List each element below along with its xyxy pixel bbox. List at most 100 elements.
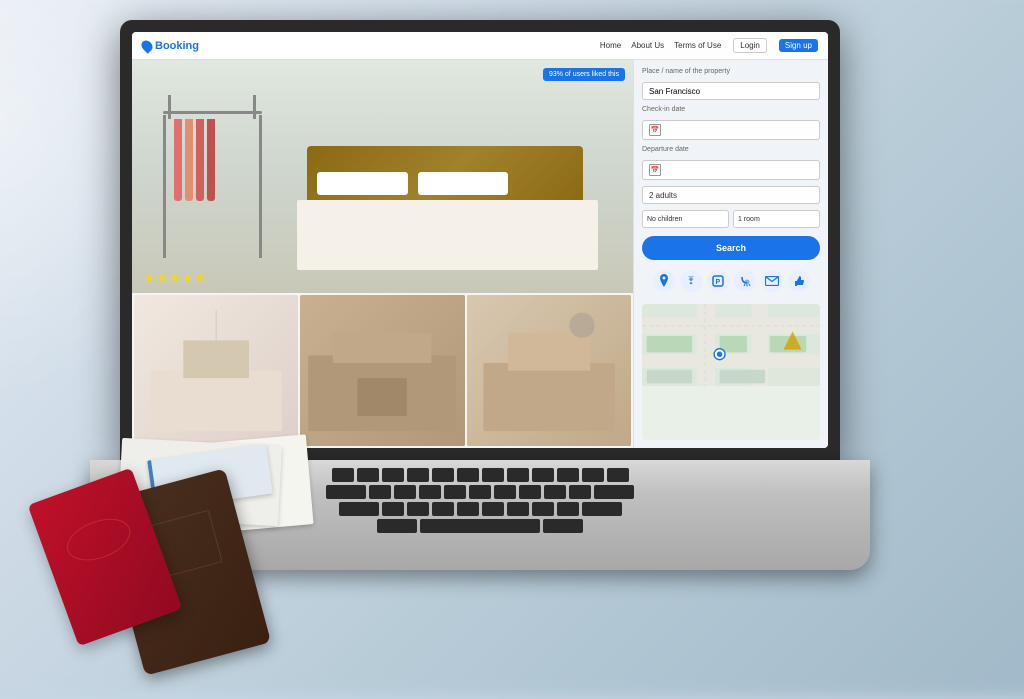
nav-terms[interactable]: Terms of Use [674, 41, 721, 50]
key [339, 502, 379, 516]
room-svg-3 [467, 295, 631, 446]
main-hotel-image: 93% of users liked this ★★★★★ [132, 60, 633, 293]
key [432, 468, 454, 482]
children-input[interactable]: No children [642, 210, 729, 228]
nav-links: Home About Us Terms of Use [600, 41, 721, 50]
star-rating: ★★★★★ [144, 271, 208, 285]
key [432, 502, 454, 516]
wifi-icon[interactable] [680, 270, 702, 292]
thumbnail-2[interactable] [300, 295, 464, 446]
key [407, 502, 429, 516]
key [482, 468, 504, 482]
key [357, 468, 379, 482]
cloth-4 [207, 119, 215, 200]
thumbnail-3[interactable] [467, 295, 631, 446]
pillow-left [317, 172, 407, 195]
map-svg [642, 304, 820, 386]
key [557, 468, 579, 482]
search-panel: Place / name of the property Check-in da… [633, 60, 828, 448]
shower-icon[interactable] [734, 270, 756, 292]
search-button[interactable]: Search [642, 236, 820, 260]
key [394, 485, 416, 499]
key [507, 468, 529, 482]
email-icon[interactable] [761, 270, 783, 292]
rack-horizontal [163, 111, 262, 114]
checkin-input[interactable]: 📅 [642, 120, 820, 140]
rack-support-left [168, 95, 171, 119]
key [419, 485, 441, 499]
checkin-label: Check-in date [642, 106, 820, 113]
location-icon[interactable] [653, 270, 675, 292]
key [532, 502, 554, 516]
key [543, 519, 583, 533]
pillow-right [418, 172, 508, 195]
key [582, 502, 622, 516]
key [532, 468, 554, 482]
bed-scene [132, 60, 633, 293]
liked-badge: 93% of users liked this [543, 68, 625, 81]
login-button[interactable]: Login [733, 38, 767, 53]
checkout-calendar-icon: 📅 [649, 164, 661, 176]
rack-leg-left [163, 115, 166, 258]
checkout-input[interactable]: 📅 [642, 160, 820, 180]
svg-text:P: P [715, 279, 720, 286]
passport-emblem-red [61, 510, 136, 568]
guests-input[interactable]: 2 adults [642, 186, 820, 204]
key [544, 485, 566, 499]
thumbsup-icon[interactable] [788, 270, 810, 292]
key [482, 502, 504, 516]
nav-home[interactable]: Home [600, 41, 621, 50]
key [582, 468, 604, 482]
key [444, 485, 466, 499]
map-area[interactable] [642, 304, 820, 440]
room-image-2 [300, 295, 464, 446]
nav-about[interactable]: About Us [631, 41, 664, 50]
key [569, 485, 591, 499]
room-image-1 [134, 295, 298, 446]
navbar: Booking Home About Us Terms of Use Login… [132, 32, 828, 60]
key [369, 485, 391, 499]
clothes [174, 119, 251, 200]
key [382, 468, 404, 482]
children-rooms-row: No children 1 room [642, 210, 820, 228]
room-image-3 [467, 295, 631, 446]
checkin-calendar-icon: 📅 [649, 124, 661, 136]
thumbnail-1[interactable] [134, 295, 298, 446]
key [607, 468, 629, 482]
logo: Booking [142, 40, 199, 52]
parking-icon[interactable]: P [707, 270, 729, 292]
guests-value: 2 adults [649, 191, 677, 200]
cloth-2 [185, 119, 193, 200]
key [457, 468, 479, 482]
checkout-label: Departure date [642, 146, 820, 153]
logo-text: Booking [155, 40, 199, 52]
children-value: No children [647, 216, 682, 223]
rooms-input[interactable]: 1 room [733, 210, 820, 228]
key [407, 468, 429, 482]
foreground-items [40, 462, 340, 662]
rack-support-right [253, 95, 256, 119]
key [457, 502, 479, 516]
key [557, 502, 579, 516]
property-input[interactable] [642, 82, 820, 100]
clothes-rack [157, 95, 267, 258]
cloth-3 [196, 119, 204, 200]
key [382, 502, 404, 516]
rooms-value: 1 room [738, 216, 760, 223]
key [594, 485, 634, 499]
amenity-icons: P [642, 270, 820, 292]
property-label: Place / name of the property [642, 68, 820, 75]
bed-base [297, 200, 598, 270]
key [519, 485, 541, 499]
key [377, 519, 417, 533]
rack-leg-right [259, 115, 262, 258]
logo-icon [139, 38, 155, 54]
spacebar-key [420, 519, 540, 533]
key [469, 485, 491, 499]
signup-button[interactable]: Sign up [779, 39, 818, 52]
key [494, 485, 516, 499]
room-svg-1 [134, 295, 298, 446]
main-content: 93% of users liked this ★★★★★ [132, 60, 828, 448]
cloth-1 [174, 119, 182, 200]
screen-bezel: Booking Home About Us Terms of Use Login… [120, 20, 840, 460]
